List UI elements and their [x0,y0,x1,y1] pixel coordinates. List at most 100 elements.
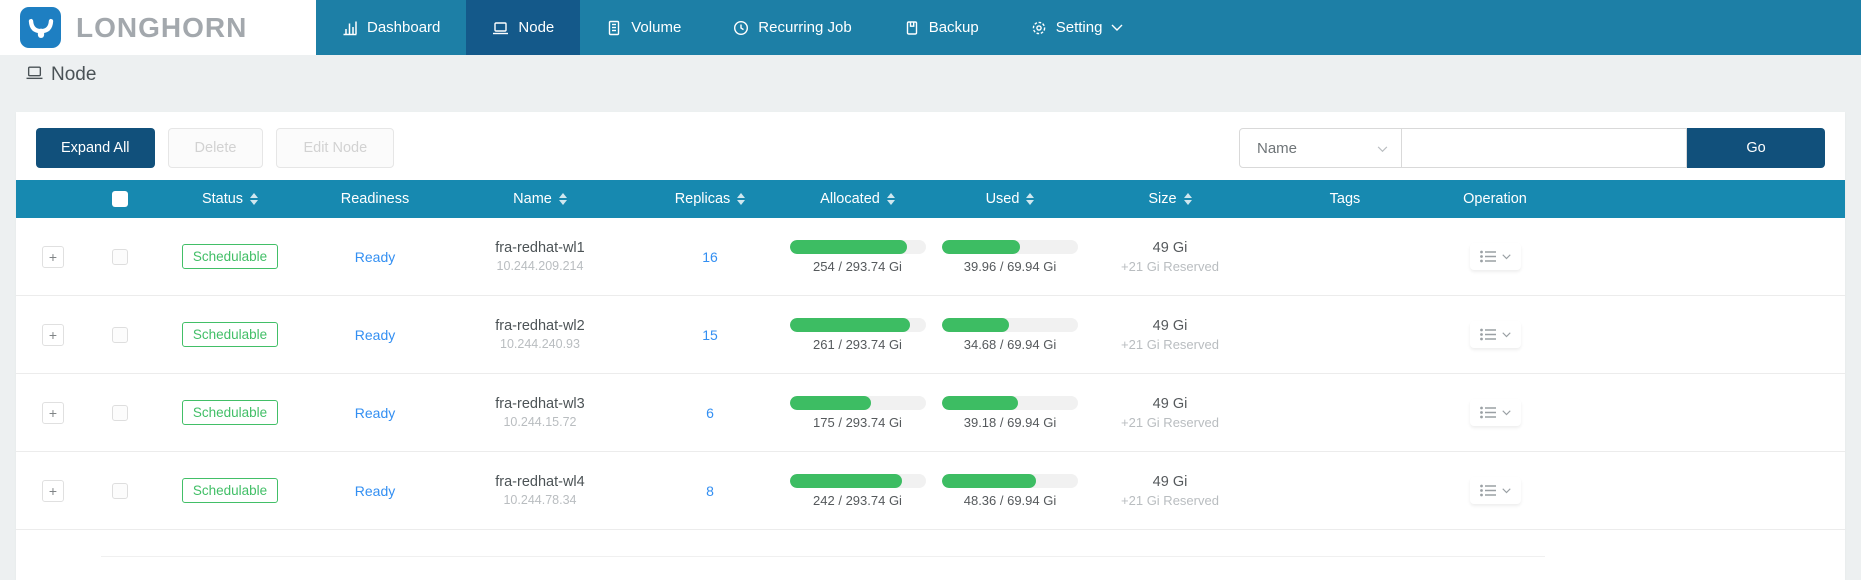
allocated-progress-fill [790,318,911,332]
nav-item-label: Volume [631,19,681,36]
used-progress: 48.36 / 69.94 Gi [942,474,1078,508]
nav-item-label: Backup [929,19,979,36]
readiness-link[interactable]: Ready [355,249,395,265]
column-label: Readiness [341,191,410,207]
list-icon [1480,250,1497,263]
sort-icon [250,193,258,205]
chevron-down-icon [1502,332,1511,338]
nav-item-backup[interactable]: Backup [878,0,1005,55]
table-footer-divider [101,556,1545,557]
allocated-label: 254 / 293.74 Gi [813,259,902,274]
delete-button[interactable]: Delete [168,128,264,168]
expand-row-button[interactable]: + [42,324,64,346]
column-label: Size [1148,191,1176,207]
operation-menu-button[interactable] [1470,399,1521,426]
nav-item-label: Setting [1056,19,1103,36]
size-reserved: +21 Gi Reserved [1121,337,1219,352]
nav-item-label: Dashboard [367,19,440,36]
size-value: 49 Gi [1121,474,1219,490]
readiness-link[interactable]: Ready [355,327,395,343]
row-checkbox[interactable] [112,327,128,343]
table-row: + Schedulable Ready fra-redhat-wl1 10.24… [16,218,1845,296]
readiness-link[interactable]: Ready [355,405,395,421]
chevron-down-icon [1377,140,1388,157]
replicas-count-link[interactable]: 16 [702,249,718,265]
search-group: Name Go [1239,128,1825,168]
list-icon [1480,484,1497,497]
laptop-icon [492,20,509,36]
node-ip: 10.244.240.93 [495,337,584,351]
size-reserved: +21 Gi Reserved [1121,493,1219,508]
allocated-progress-fill [790,240,908,254]
chevron-down-icon [1111,24,1123,32]
expand-all-button[interactable]: Expand All [36,128,155,168]
go-button[interactable]: Go [1687,128,1825,168]
row-checkbox[interactable] [112,249,128,265]
expand-row-button[interactable]: + [42,246,64,268]
chevron-down-icon [1502,410,1511,416]
expand-row-button[interactable]: + [42,480,64,502]
edit-node-button[interactable]: Edit Node [276,128,394,168]
column-header-size[interactable]: Size [1085,191,1255,207]
node-ip: 10.244.15.72 [495,415,584,429]
nav-item-recurring-job[interactable]: Recurring Job [707,0,877,55]
size-reserved: +21 Gi Reserved [1121,415,1219,430]
replicas-count-link[interactable]: 6 [706,405,714,421]
row-checkbox[interactable] [112,483,128,499]
used-label: 48.36 / 69.94 Gi [964,493,1057,508]
column-header-used[interactable]: Used [935,191,1085,207]
volume-icon [606,20,622,36]
column-header-readiness: Readiness [310,191,440,207]
list-icon [1480,406,1497,419]
column-header-tags: Tags [1255,191,1435,207]
used-label: 39.96 / 69.94 Gi [964,259,1057,274]
operation-menu-button[interactable] [1470,321,1521,348]
allocated-progress-fill [790,474,902,488]
page-header: Node [0,55,1861,95]
column-label: Tags [1330,191,1361,207]
node-name: fra-redhat-wl3 [495,396,584,412]
operation-menu-button[interactable] [1470,243,1521,270]
replicas-count-link[interactable]: 8 [706,483,714,499]
expand-row-button[interactable]: + [42,402,64,424]
sort-icon [559,193,567,205]
table-row: + Schedulable Ready fra-redhat-wl3 10.24… [16,374,1845,452]
used-progress-fill [942,318,1009,332]
filter-field-select[interactable]: Name [1239,128,1402,168]
replicas-count-link[interactable]: 15 [702,327,718,343]
column-header-status[interactable]: Status [150,191,310,207]
column-header-replicas[interactable]: Replicas [640,191,780,207]
sort-icon [737,193,745,205]
nav-item-setting[interactable]: Setting [1005,0,1150,55]
used-progress: 34.68 / 69.94 Gi [942,318,1078,352]
allocated-progress-fill [790,396,871,410]
column-header-allocated[interactable]: Allocated [780,191,935,207]
operation-menu-button[interactable] [1470,477,1521,504]
allocated-progress: 242 / 293.74 Gi [790,474,926,508]
node-name: fra-redhat-wl1 [495,240,584,256]
status-badge: Schedulable [182,400,278,425]
status-badge: Schedulable [182,322,278,347]
column-header-name[interactable]: Name [440,191,640,207]
top-navbar: LONGHORN Dashboard Node [0,0,1861,55]
used-label: 34.68 / 69.94 Gi [964,337,1057,352]
used-progress-fill [942,240,1020,254]
row-checkbox[interactable] [112,405,128,421]
gear-icon [1031,20,1047,36]
size-value: 49 Gi [1121,240,1219,256]
toolbar: Expand All Delete Edit Node Name Go [16,128,1845,168]
readiness-link[interactable]: Ready [355,483,395,499]
used-progress: 39.18 / 69.94 Gi [942,396,1078,430]
node-ip: 10.244.209.214 [495,259,584,273]
search-input[interactable] [1402,128,1687,168]
node-ip: 10.244.78.34 [495,493,584,507]
nav-item-volume[interactable]: Volume [580,0,707,55]
chevron-down-icon [1502,254,1511,260]
nav-item-node[interactable]: Node [466,0,580,55]
brand-area[interactable]: LONGHORN [0,0,316,55]
nav-item-dashboard[interactable]: Dashboard [316,0,466,55]
column-header-operation: Operation [1435,191,1555,207]
nav-item-label: Node [518,19,554,36]
select-all-checkbox[interactable] [112,191,128,207]
used-progress-fill [942,474,1036,488]
